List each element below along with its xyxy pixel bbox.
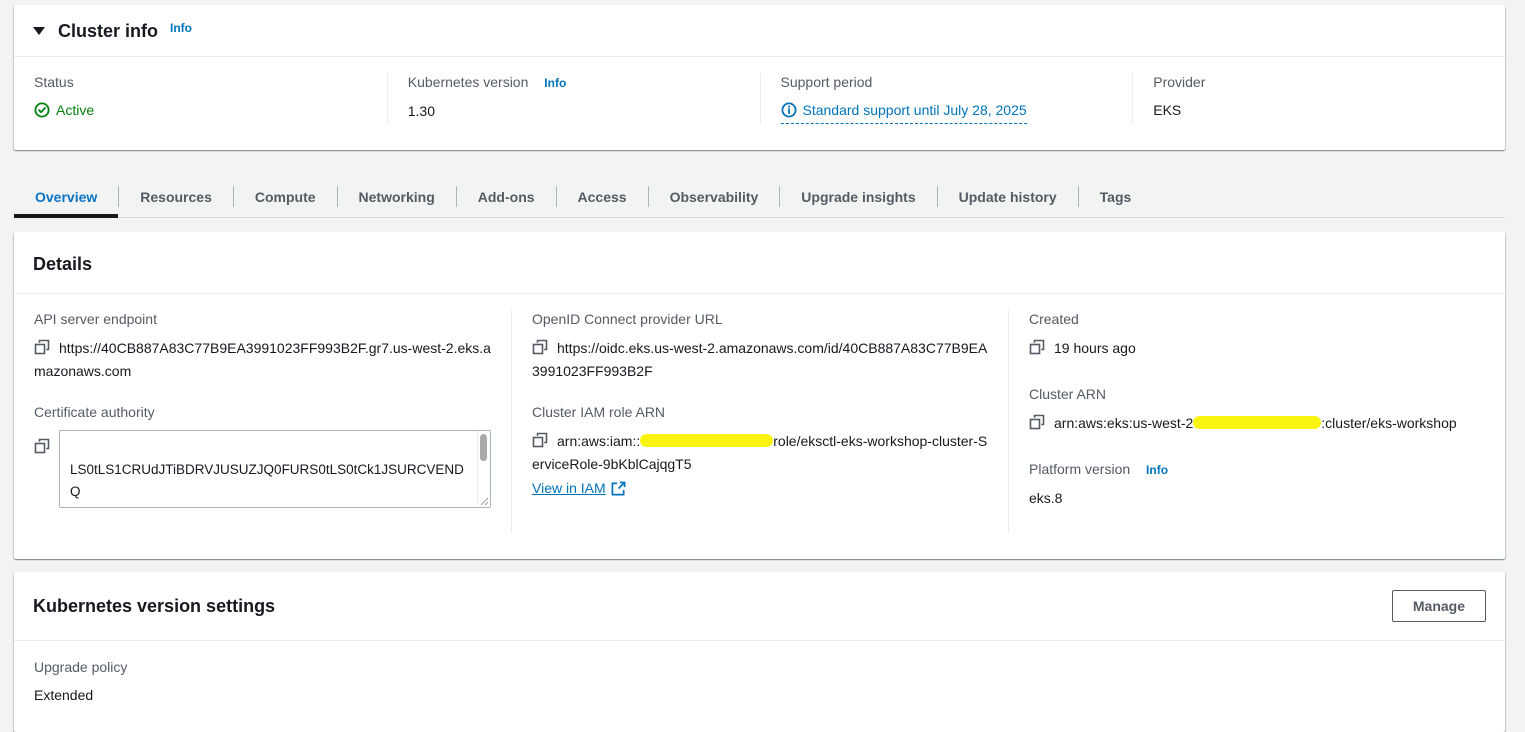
- tab-networking[interactable]: Networking: [338, 179, 456, 217]
- cluster-info-expand-header[interactable]: Cluster info Info: [14, 5, 1505, 56]
- caret-down-icon[interactable]: [33, 27, 45, 35]
- cluster-info-columns: Status Active Kubernetes version Info 1.…: [14, 57, 1505, 150]
- tab-observability[interactable]: Observability: [649, 179, 780, 217]
- status-value: Active: [56, 100, 94, 120]
- cluster-arn-suffix: :cluster/eks-workshop: [1321, 415, 1456, 431]
- kubernetes-version-info-link[interactable]: Info: [544, 76, 566, 90]
- redacted-account-id: [640, 434, 773, 447]
- check-circle-icon: [34, 102, 50, 118]
- kubernetes-version-settings-section: Kubernetes version settings Manage Upgra…: [14, 572, 1505, 732]
- platform-version-info-link[interactable]: Info: [1146, 463, 1168, 477]
- platform-version-value: eks.8: [1029, 488, 1485, 508]
- tab-upgrade-insights[interactable]: Upgrade insights: [780, 179, 936, 217]
- oidc-url-value: https://oidc.eks.us-west-2.amazonaws.com…: [532, 340, 987, 379]
- cluster-arn-field: Cluster ARN arn:aws:eks:us-west-2 :cluste…: [1029, 385, 1485, 435]
- copy-icon[interactable]: [1029, 414, 1045, 430]
- details-title: Details: [14, 232, 1505, 293]
- view-in-iam-label: View in IAM: [532, 480, 606, 496]
- details-column-3: Created 19 hours ago Cluster ARN: [1008, 310, 1505, 533]
- created-field: Created 19 hours ago: [1029, 310, 1485, 360]
- upgrade-policy-label: Upgrade policy: [34, 658, 1485, 676]
- kubernetes-version-column: Kubernetes version Info 1.30: [387, 73, 760, 124]
- support-period-value: Standard support until July 28, 2025: [803, 100, 1027, 120]
- copy-icon[interactable]: [34, 438, 50, 454]
- tab-add-ons[interactable]: Add-ons: [457, 179, 556, 217]
- view-in-iam-link[interactable]: View in IAM: [532, 480, 626, 496]
- tab-update-history[interactable]: Update history: [938, 179, 1078, 217]
- copy-icon[interactable]: [532, 339, 548, 355]
- copy-icon[interactable]: [34, 339, 50, 355]
- kubernetes-version-value: 1.30: [408, 101, 740, 121]
- cluster-arn-prefix: arn:aws:eks:us-west-2: [1054, 415, 1193, 431]
- api-endpoint-field: API server endpoint https://40CB887A83C7…: [34, 310, 491, 383]
- provider-column: Provider EKS: [1132, 73, 1505, 124]
- api-endpoint-label: API server endpoint: [34, 310, 491, 328]
- api-endpoint-value: https://40CB887A83C77B9EA3991023FF993B2F…: [34, 340, 491, 379]
- certificate-authority-textarea[interactable]: LS0tLS1CRUdJTiBDRVJUSUZJQ0FURS0tLS0tCk1J…: [59, 430, 491, 508]
- cluster-arn-label: Cluster ARN: [1029, 385, 1485, 403]
- upgrade-policy-value: Extended: [34, 685, 1485, 705]
- cluster-info-section: Cluster info Info Status Active Kubernet…: [14, 5, 1505, 150]
- copy-icon[interactable]: [532, 432, 548, 448]
- details-column-2: OpenID Connect provider URL https://oidc…: [511, 310, 1008, 533]
- iam-role-arn-label: Cluster IAM role ARN: [532, 403, 988, 421]
- kubernetes-version-label-text: Kubernetes version: [408, 74, 529, 90]
- tab-overview[interactable]: Overview: [14, 179, 118, 217]
- support-period-label: Support period: [781, 73, 1113, 91]
- copy-icon[interactable]: [1029, 339, 1045, 355]
- status-badge: Active: [34, 100, 94, 120]
- status-column: Status Active: [14, 73, 387, 124]
- cluster-info-title: Cluster info: [58, 20, 158, 42]
- created-label: Created: [1029, 310, 1485, 328]
- info-circle-icon: [781, 102, 797, 118]
- support-period-column: Support period Standard support until Ju…: [760, 73, 1133, 124]
- details-columns: API server endpoint https://40CB887A83C7…: [14, 294, 1505, 559]
- platform-version-label-text: Platform version: [1029, 461, 1130, 477]
- oidc-url-field: OpenID Connect provider URL https://oidc…: [532, 310, 988, 383]
- created-value: 19 hours ago: [1054, 340, 1136, 356]
- platform-version-field: Platform version Info eks.8: [1029, 460, 1485, 508]
- iam-role-arn-field: Cluster IAM role ARN arn:aws:iam::role/e…: [532, 403, 988, 496]
- redacted-account-id: [1193, 416, 1321, 429]
- tab-resources[interactable]: Resources: [119, 179, 233, 217]
- provider-value: EKS: [1153, 100, 1485, 120]
- certificate-authority-value: LS0tLS1CRUdJTiBDRVJUSUZJQ0FURS0tLS0tCk1J…: [70, 462, 467, 508]
- provider-label: Provider: [1153, 73, 1485, 91]
- kubernetes-version-label: Kubernetes version Info: [408, 73, 740, 92]
- oidc-url-label: OpenID Connect provider URL: [532, 310, 988, 328]
- details-section: Details API server endpoint https://40CB…: [14, 232, 1505, 559]
- details-column-1: API server endpoint https://40CB887A83C7…: [14, 310, 511, 533]
- status-label: Status: [34, 73, 367, 91]
- certificate-authority-label: Certificate authority: [34, 403, 491, 421]
- manage-button[interactable]: Manage: [1392, 590, 1486, 622]
- certificate-authority-field: Certificate authority LS0tLS1CRUdJTiBDRV…: [34, 403, 491, 508]
- external-link-icon: [611, 481, 626, 496]
- iam-role-arn-prefix: arn:aws:iam::: [557, 433, 640, 449]
- platform-version-label: Platform version Info: [1029, 460, 1485, 479]
- tab-tags[interactable]: Tags: [1079, 179, 1153, 217]
- support-period-link[interactable]: Standard support until July 28, 2025: [781, 100, 1027, 124]
- kubernetes-version-settings-title: Kubernetes version settings: [33, 595, 275, 617]
- resize-handle-icon[interactable]: [478, 495, 489, 506]
- tab-access[interactable]: Access: [557, 179, 648, 217]
- scrollbar-thumb[interactable]: [480, 434, 487, 461]
- tab-compute[interactable]: Compute: [234, 179, 337, 217]
- cluster-tabs: Overview Resources Compute Networking Ad…: [14, 179, 1505, 218]
- cluster-info-info-link[interactable]: Info: [170, 21, 192, 35]
